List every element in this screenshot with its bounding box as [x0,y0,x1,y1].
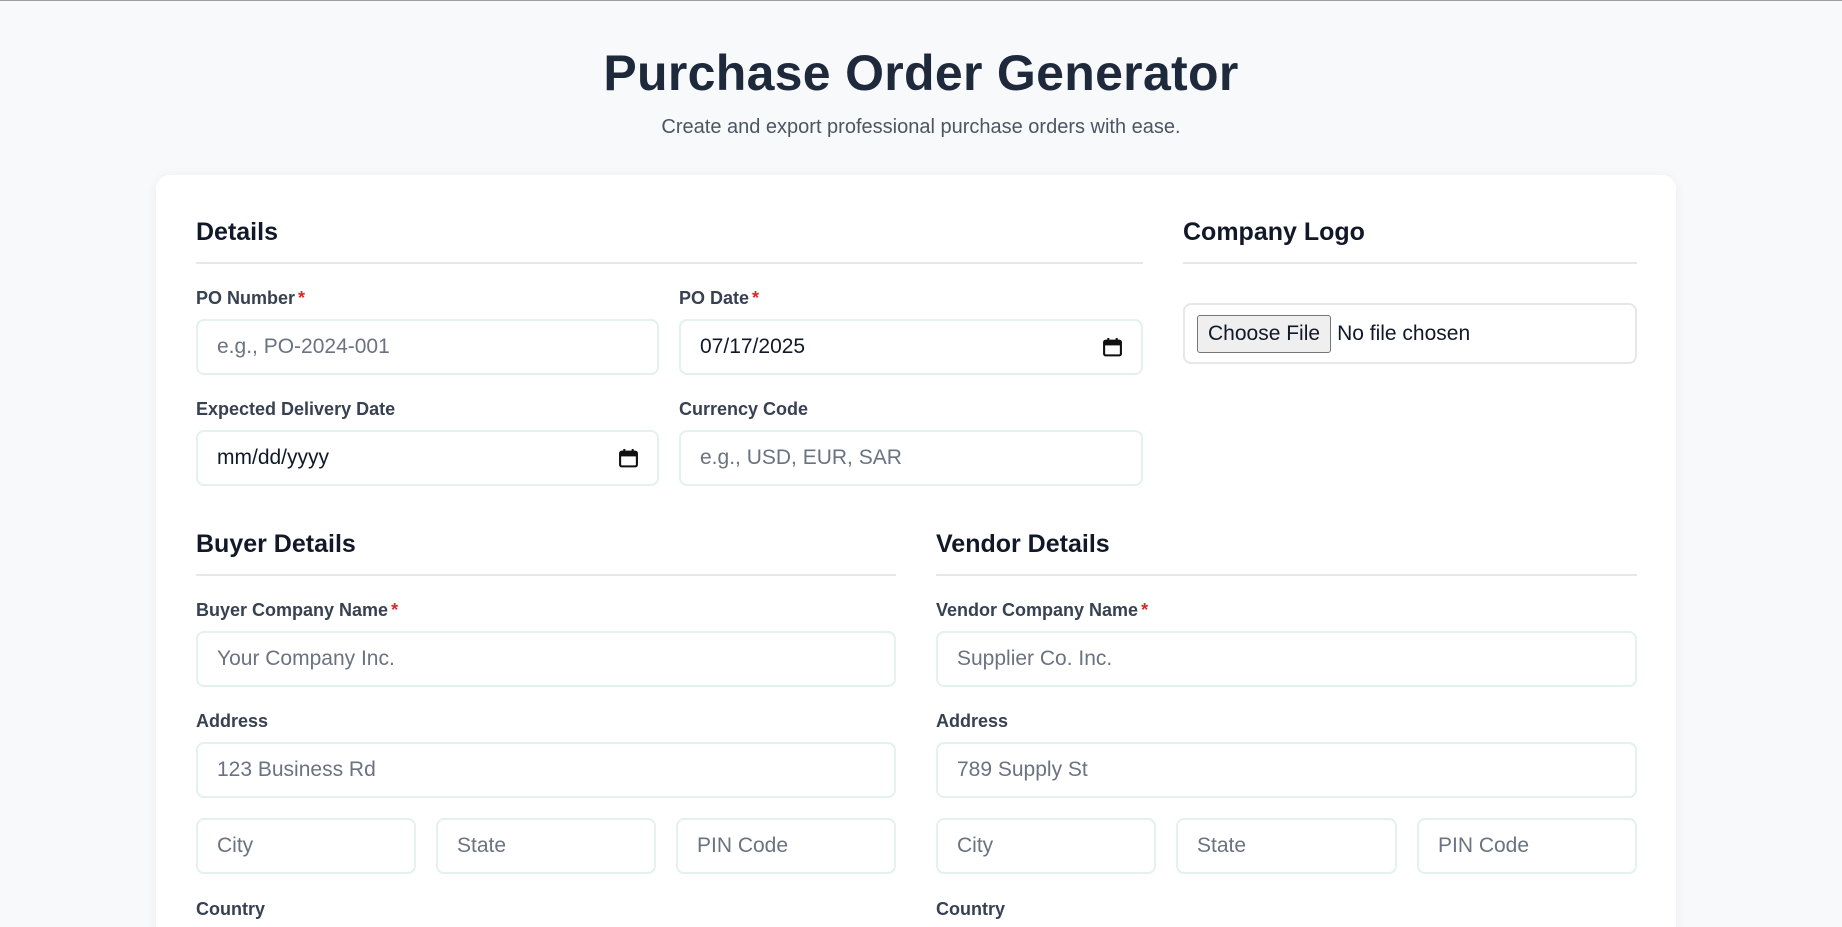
required-asterisk: * [752,288,760,308]
calendar-icon[interactable] [618,448,639,469]
company-logo-title: Company Logo [1183,218,1365,246]
vendor-address-input[interactable]: 789 Supply St [936,742,1637,798]
page-subtitle: Create and export professional purchase … [661,116,1181,138]
buyer-city-input[interactable]: City [196,818,416,874]
vendor-company-input[interactable]: Supplier Co. Inc. [936,631,1637,687]
po-date-input[interactable]: 07/17/2025 [679,319,1143,375]
po-date-label: PO Date * [679,288,760,308]
page-header: Purchase Order Generator Create and expo… [0,43,1842,139]
required-asterisk: * [298,288,306,308]
buyer-divider [196,574,896,576]
vendor-country-label: Country [936,899,1005,919]
buyer-pin-input[interactable]: PIN Code [676,818,896,874]
vendor-divider [936,574,1637,576]
logo-file-input[interactable]: Choose File No file chosen [1183,303,1637,364]
po-form-card: Details PO Number * e.g., PO-2024-001 PO … [156,175,1676,927]
po-number-label: PO Number * [196,288,306,308]
details-section-title: Details [196,218,278,246]
vendor-city-input[interactable]: City [936,818,1156,874]
buyer-state-input[interactable]: State [436,818,656,874]
currency-code-input[interactable]: e.g., USD, EUR, SAR [679,430,1143,486]
delivery-date-label: Expected Delivery Date [196,399,396,419]
vendor-address-label: Address [936,711,1009,731]
buyer-country-label: Country [196,899,265,919]
logo-divider [1183,262,1637,264]
vendor-state-input[interactable]: State [1176,818,1397,874]
vendor-company-label: Vendor Company Name * [936,600,1149,620]
po-number-input[interactable]: e.g., PO-2024-001 [196,319,659,375]
currency-code-label: Currency Code [679,399,809,419]
buyer-address-label: Address [196,711,269,731]
buyer-company-label: Buyer Company Name * [196,600,399,620]
buyer-address-input[interactable]: 123 Business Rd [196,742,896,798]
buyer-company-input[interactable]: Your Company Inc. [196,631,896,687]
required-asterisk: * [391,600,399,620]
required-asterisk: * [1141,600,1149,620]
buyer-section-title: Buyer Details [196,530,356,558]
details-divider [196,262,1143,264]
delivery-date-input[interactable]: mm/dd/yyyy [196,430,659,486]
calendar-icon[interactable] [1102,337,1123,358]
file-status: No file chosen [1337,321,1471,345]
vendor-section-title: Vendor Details [936,530,1110,558]
choose-file-button[interactable]: Choose File [1197,314,1332,353]
page-title: Purchase Order Generator [603,45,1239,101]
vendor-pin-input[interactable]: PIN Code [1417,818,1637,874]
